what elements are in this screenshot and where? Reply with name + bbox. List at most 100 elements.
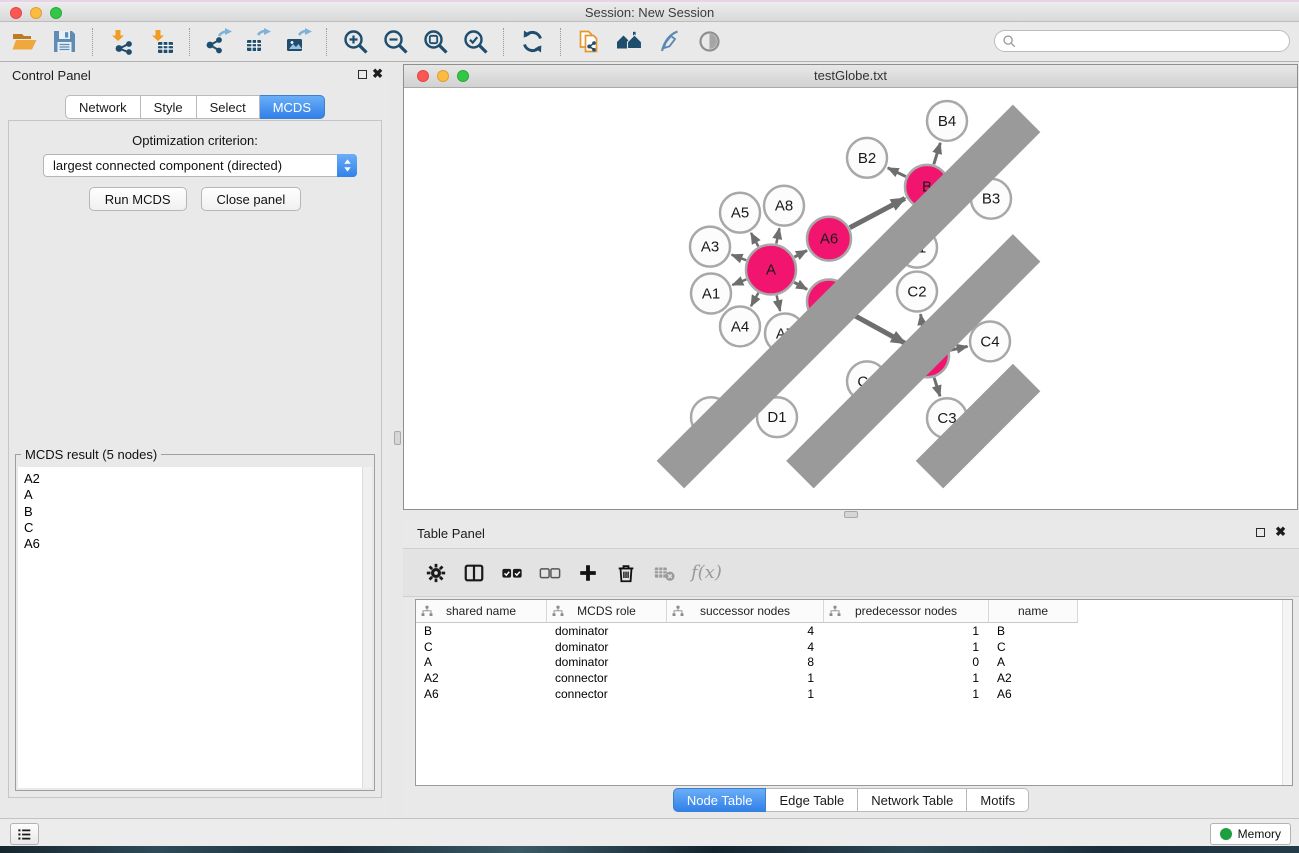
export-network-icon bbox=[205, 28, 232, 55]
table-cell: A bbox=[416, 655, 547, 669]
function-builder-button: f(x) bbox=[689, 560, 722, 586]
memory-button[interactable]: Memory bbox=[1210, 823, 1291, 845]
column-type-icon bbox=[421, 605, 433, 617]
search-box[interactable] bbox=[994, 30, 1290, 52]
table-cell: dominator bbox=[547, 624, 667, 638]
status-bar: Memory bbox=[0, 818, 1299, 846]
result-scrollbar[interactable] bbox=[362, 467, 372, 788]
table-tabs: Node TableEdge TableNetwork TableMotifs bbox=[403, 788, 1299, 812]
toolbar-separator bbox=[189, 28, 190, 56]
import-table-button[interactable] bbox=[141, 25, 181, 59]
table-row[interactable]: A6connector11A6 bbox=[416, 686, 1292, 702]
tab-node-table[interactable]: Node Table bbox=[673, 788, 767, 812]
float-panel-icon[interactable] bbox=[358, 70, 367, 79]
refresh-network-button[interactable] bbox=[512, 25, 552, 59]
zoom-fit-icon bbox=[422, 28, 449, 55]
tab-select[interactable]: Select bbox=[197, 95, 260, 119]
horizontal-splitter-handle[interactable] bbox=[844, 511, 858, 518]
column-type-icon bbox=[672, 605, 684, 617]
column-header-successor-nodes[interactable]: successor nodes bbox=[667, 600, 824, 623]
open-session-button[interactable] bbox=[4, 25, 44, 59]
function-builder-icon: f(x) bbox=[691, 562, 722, 583]
tab-network[interactable]: Network bbox=[65, 95, 141, 119]
table-settings-button[interactable] bbox=[423, 560, 449, 586]
zoom-in-button[interactable] bbox=[335, 25, 375, 59]
table-cell: 4 bbox=[667, 640, 824, 654]
table-row[interactable]: Cdominator41C bbox=[416, 639, 1292, 655]
run-mcds-button[interactable]: Run MCDS bbox=[89, 187, 187, 211]
create-column-button[interactable] bbox=[575, 560, 601, 586]
search-input[interactable] bbox=[1021, 32, 1281, 52]
table-row[interactable]: A2connector11A2 bbox=[416, 670, 1292, 686]
unselect-all-checkboxes-button[interactable] bbox=[537, 560, 563, 586]
tab-style[interactable]: Style bbox=[141, 95, 197, 119]
open-browser-button[interactable] bbox=[609, 25, 649, 59]
table-cell: C bbox=[416, 640, 547, 654]
mcds-result-item[interactable]: B bbox=[18, 504, 372, 520]
network-window-title: testGlobe.txt bbox=[404, 68, 1297, 83]
control-panel-tabs: NetworkStyleSelectMCDS bbox=[0, 95, 390, 119]
toolbar-separator bbox=[503, 28, 504, 56]
table-row[interactable]: Bdominator41B bbox=[416, 623, 1292, 639]
mcds-result-item[interactable]: A2 bbox=[18, 471, 372, 487]
mcds-result-item[interactable]: A6 bbox=[18, 536, 372, 552]
table-cell: A2 bbox=[989, 671, 1078, 685]
tab-network-table[interactable]: Network Table bbox=[858, 788, 967, 812]
tab-motifs[interactable]: Motifs bbox=[967, 788, 1029, 812]
export-network-button[interactable] bbox=[198, 25, 238, 59]
table-close-panel-icon[interactable]: ✖ bbox=[1275, 524, 1286, 540]
mcds-result-item[interactable]: A bbox=[18, 487, 372, 503]
toolbar-groups bbox=[4, 25, 729, 59]
toggle-graphics-details-button[interactable] bbox=[689, 25, 729, 59]
table-row[interactable]: Adominator80A bbox=[416, 654, 1292, 670]
column-header-predecessor-nodes[interactable]: predecessor nodes bbox=[824, 600, 989, 623]
column-header-label: name bbox=[1018, 604, 1048, 618]
toolbar-separator bbox=[92, 28, 93, 56]
resize-grip-icon[interactable] bbox=[402, 86, 1295, 507]
zoom-selected-icon bbox=[462, 28, 489, 55]
export-table-button[interactable] bbox=[238, 25, 278, 59]
select-all-checkboxes-button[interactable] bbox=[499, 560, 525, 586]
close-panel-button[interactable]: Close panel bbox=[201, 187, 302, 211]
show-columns-button[interactable] bbox=[461, 560, 487, 586]
column-header-label: predecessor nodes bbox=[855, 604, 957, 618]
table-float-panel-icon[interactable] bbox=[1256, 528, 1265, 537]
column-header-label: successor nodes bbox=[700, 604, 790, 618]
tab-edge-table[interactable]: Edge Table bbox=[766, 788, 858, 812]
column-header-MCDS-role[interactable]: MCDS role bbox=[547, 600, 667, 623]
table-header-row: shared nameMCDS role successor nodes prede… bbox=[416, 600, 1292, 623]
column-header-shared-name[interactable]: shared name bbox=[416, 600, 547, 623]
table-cell: 0 bbox=[824, 655, 989, 669]
table-cell: 8 bbox=[667, 655, 824, 669]
save-session-button[interactable] bbox=[44, 25, 84, 59]
control-panel-header: Control Panel ✖ bbox=[0, 62, 390, 88]
table-cell: 1 bbox=[667, 687, 824, 701]
tab-mcds[interactable]: MCDS bbox=[260, 95, 325, 119]
table-cell: 1 bbox=[824, 624, 989, 638]
column-header-name[interactable]: name bbox=[989, 600, 1078, 623]
refresh-network-icon bbox=[519, 28, 546, 55]
network-canvas[interactable]: B4B2BB3A8A5A6A3B1AC2A1A2A4A7C4CC1DD1C3 bbox=[404, 88, 1297, 509]
delete-columns-button[interactable] bbox=[613, 560, 639, 586]
criterion-dropdown[interactable]: largest connected component (directed) bbox=[43, 154, 357, 177]
task-list-icon bbox=[17, 827, 32, 842]
mcds-result-item[interactable]: C bbox=[18, 520, 372, 536]
task-history-button[interactable] bbox=[10, 823, 39, 845]
delete-table-icon bbox=[653, 562, 675, 584]
network-window-titlebar[interactable]: testGlobe.txt bbox=[404, 65, 1297, 88]
close-panel-icon[interactable]: ✖ bbox=[372, 66, 383, 82]
vertical-splitter-handle[interactable] bbox=[394, 431, 401, 445]
zoom-selected-button[interactable] bbox=[455, 25, 495, 59]
hide-annotations-button[interactable] bbox=[649, 25, 689, 59]
control-panel: Control Panel ✖ NetworkStyleSelectMCDS O… bbox=[0, 62, 390, 818]
table-scrollbar[interactable] bbox=[1282, 600, 1292, 785]
hide-annotations-icon bbox=[656, 28, 683, 55]
table-cell: 1 bbox=[824, 671, 989, 685]
network-from-selection-button[interactable] bbox=[569, 25, 609, 59]
zoom-fit-button[interactable] bbox=[415, 25, 455, 59]
mcds-result-list[interactable]: A2ABCA6 bbox=[18, 467, 372, 788]
import-network-button[interactable] bbox=[101, 25, 141, 59]
zoom-out-button[interactable] bbox=[375, 25, 415, 59]
import-table-icon bbox=[148, 28, 175, 55]
export-image-button[interactable] bbox=[278, 25, 318, 59]
